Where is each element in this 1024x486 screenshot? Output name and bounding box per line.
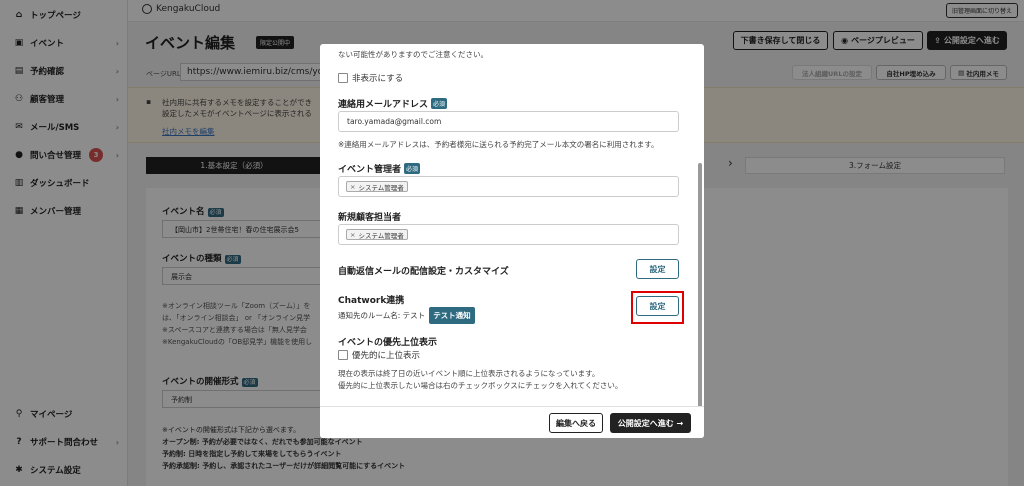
modal-footer: 編集へ戻る 公開設定へ進む → <box>320 406 704 438</box>
priority-checkbox[interactable] <box>338 350 348 360</box>
auto-reply-settings-button[interactable]: 設定 <box>636 259 679 279</box>
test-notify-button[interactable]: テスト通知 <box>429 307 475 324</box>
hide-checkbox-row[interactable]: 非表示にする <box>338 72 403 84</box>
new-customer-label: 新規顧客担当者 <box>338 213 402 223</box>
hide-checkbox[interactable] <box>338 73 348 83</box>
contact-email-label: 連絡用メールアドレス 必須 <box>338 98 448 110</box>
chatwork-settings-button[interactable]: 設定 <box>636 296 679 316</box>
settings-modal: ない可能性がありますのでご注意ください。 非表示にする 連絡用メールアドレス 必須… <box>320 44 704 438</box>
top-note: ない可能性がありますのでご注意ください。 <box>338 50 488 59</box>
next-publish-button[interactable]: 公開設定へ進む → <box>610 413 691 433</box>
chatwork-label: Chatwork連携 <box>338 296 405 306</box>
auto-reply-label: 自動返信メールの配信設定・カスタマイズ <box>338 267 509 277</box>
priority-checkbox-row[interactable]: 優先的に上位表示 <box>338 349 420 361</box>
priority-label: イベントの優先上位表示 <box>338 338 438 348</box>
contact-email-input[interactable]: taro.yamada@gmail.com <box>338 111 679 132</box>
contact-email-note: ※連絡用メールアドレスは、予約者様宛に送られる予約完了メール本文の署名に利用され… <box>338 140 659 149</box>
event-manager-label: イベント管理者 必須 <box>338 163 421 175</box>
chatwork-room: 通知先のルーム名: テスト テスト通知 <box>338 307 475 324</box>
modal-scrollbar[interactable] <box>698 163 702 431</box>
back-to-edit-button[interactable]: 編集へ戻る <box>549 413 603 433</box>
remove-tag-icon[interactable]: × <box>350 231 355 239</box>
event-manager-tag: × システム管理者 <box>346 181 408 192</box>
remove-tag-icon[interactable]: × <box>350 183 355 191</box>
priority-note-1: 現在の表示は終了日の近いイベント順に上位表示されるようになっています。 <box>338 369 600 378</box>
new-customer-tag: × システム管理者 <box>346 229 408 240</box>
priority-note-2: 優先的に上位表示したい場合は右のチェックボックスにチェックを入れてください。 <box>338 381 623 390</box>
